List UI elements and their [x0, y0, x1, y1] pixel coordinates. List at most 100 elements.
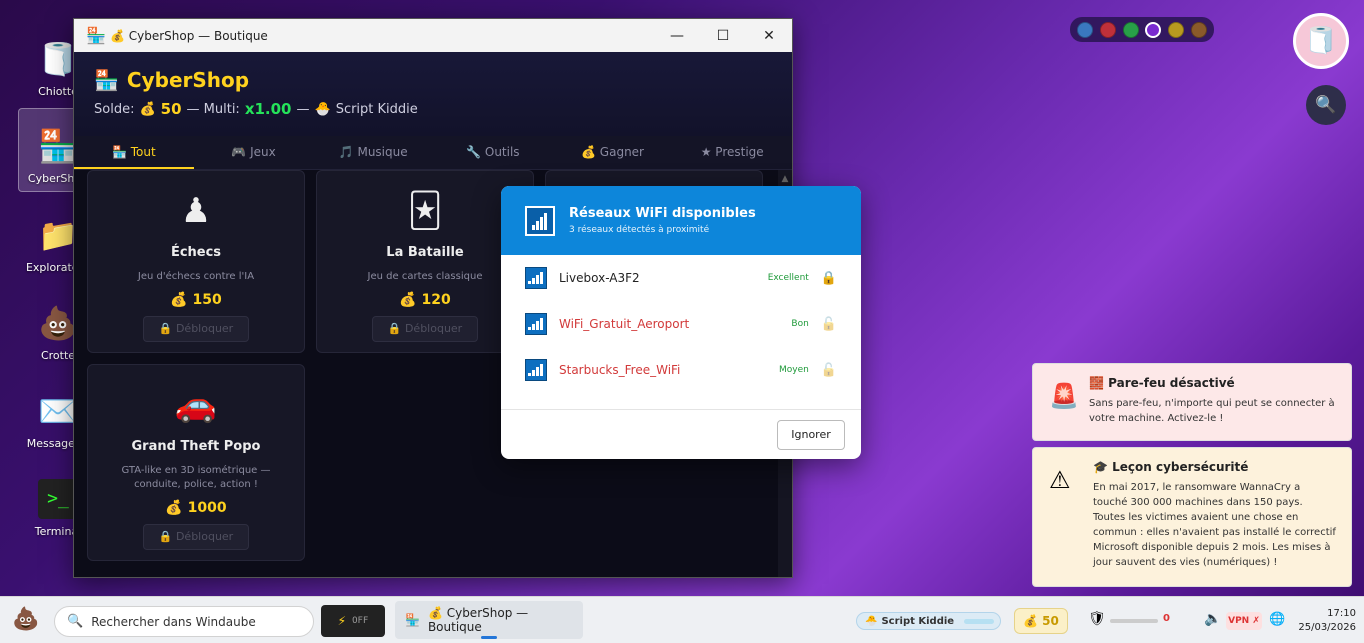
- network-name: WiFi_Gratuit_Aeroport: [559, 317, 690, 331]
- unlock-button[interactable]: 🔒 Débloquer: [143, 524, 249, 550]
- threat-bar: [1110, 619, 1158, 623]
- notification-body: En mai 2017, le ransomware WannaCry a to…: [1093, 482, 1336, 568]
- color-swatch-selected[interactable]: [1145, 21, 1162, 38]
- warning-icon: ⚠: [1049, 466, 1071, 494]
- tab-outils[interactable]: 🔧 Outils: [433, 136, 553, 169]
- color-swatch[interactable]: [1076, 21, 1093, 38]
- lock-icon: 🔒: [820, 270, 837, 286]
- toilet-paper-icon: 🧻: [1304, 26, 1338, 56]
- taskbar-search[interactable]: 🔍 Rechercher dans Windaube: [54, 606, 314, 637]
- shop-status: Solde: 💰 50 — Multi: x1.00 — 🐣 Script Ki…: [94, 100, 418, 118]
- card-name: Grand Theft Popo: [131, 439, 261, 454]
- card-desc: Jeu d'échecs contre l'IA: [137, 271, 255, 282]
- wifi-subtitle: 3 réseaux détectés à proximité: [569, 225, 710, 235]
- globe-icon[interactable]: 🌐: [1269, 612, 1285, 627]
- card-name: Échecs: [170, 245, 222, 260]
- tab-musique[interactable]: 🎵 Musique: [313, 136, 433, 169]
- rank-progress: 🐣 Script Kiddie: [856, 612, 1001, 630]
- clock[interactable]: 17:10 25/03/2026: [1286, 607, 1356, 635]
- chess-icon: ♟: [180, 191, 212, 231]
- volume-icon[interactable]: 🔈: [1204, 611, 1221, 627]
- tab-prestige[interactable]: ★ Prestige: [672, 136, 792, 169]
- color-swatch[interactable]: [1122, 21, 1139, 38]
- network-quality: Bon: [791, 319, 809, 329]
- network-name: Starbucks_Free_WiFi: [559, 363, 681, 377]
- shop-tabs: 🏪 Tout 🎮 Jeux 🎵 Musique 🔧 Outils 💰 Gagne…: [74, 136, 792, 170]
- wifi-panel: Réseaux WiFi disponibles 3 réseaux détec…: [501, 186, 861, 459]
- tab-tout[interactable]: 🏪 Tout: [74, 136, 194, 169]
- wifi-signal-icon: [525, 205, 555, 236]
- minimize-button[interactable]: —: [654, 28, 700, 44]
- window-titlebar[interactable]: 🏪 💰 CyberShop — Boutique — ☐ ✕: [74, 19, 792, 52]
- threat-count: 0: [1163, 613, 1170, 624]
- wifi-signal-icon: [525, 313, 547, 335]
- color-swatch[interactable]: [1099, 21, 1116, 38]
- lightning-icon: ⚡: [337, 613, 347, 629]
- coin-icon: 💰: [1023, 614, 1039, 628]
- folder-icon: 📁: [38, 216, 78, 254]
- card-price: 💰 150: [170, 292, 222, 308]
- taskbar-app-cybershop[interactable]: 🏪 💰 CyberShop — Boutique: [395, 601, 583, 639]
- search-icon: 🔍: [67, 614, 84, 629]
- unlocked-icon: 🔓: [820, 362, 837, 378]
- siren-icon: 🚨: [1049, 382, 1079, 410]
- wifi-header: Réseaux WiFi disponibles 3 réseaux détec…: [501, 186, 861, 255]
- wifi-signal-icon: [525, 267, 547, 289]
- mail-icon: ✉️: [38, 392, 78, 430]
- toilet-paper-icon: 🧻: [38, 40, 78, 78]
- network-quality: Excellent: [767, 273, 809, 283]
- maximize-button[interactable]: ☐: [700, 28, 746, 44]
- color-picker: [1070, 17, 1214, 42]
- unlock-button[interactable]: 🔒 Débloquer: [372, 316, 478, 342]
- wifi-title: Réseaux WiFi disponibles: [569, 206, 756, 221]
- rank-label: Script Kiddie: [335, 101, 418, 117]
- notification-title: 🎓 Leçon cybersécurité: [1093, 460, 1249, 474]
- network-quality: Moyen: [778, 365, 809, 375]
- card-desc: GTA-like en 3D isométrique — conduite, p…: [121, 465, 271, 490]
- power-toggle[interactable]: ⚡ OFF: [321, 605, 385, 637]
- color-swatch[interactable]: [1191, 21, 1208, 38]
- coin-icon: 💰: [139, 101, 156, 117]
- color-swatch[interactable]: [1168, 21, 1185, 38]
- wifi-signal-icon: [525, 359, 547, 381]
- coin-counter[interactable]: 💰 50: [1014, 608, 1068, 634]
- rank-progress-bar: [964, 618, 994, 624]
- shop-icon: 🏪: [38, 127, 78, 165]
- search-icon: 🔍: [1315, 95, 1337, 115]
- wifi-network-item[interactable]: Starbucks_Free_WiFi Moyen 🔓: [501, 347, 861, 393]
- network-name: Livebox-A3F2: [559, 271, 640, 285]
- scroll-up-icon[interactable]: ▲: [778, 174, 792, 184]
- shop-app-icon: 🏪: [86, 26, 106, 45]
- notification-title: 🧱 Pare-feu désactivé: [1089, 376, 1235, 390]
- multiplier-value: x1.00: [244, 100, 292, 118]
- shop-icon: 🏪: [94, 68, 119, 92]
- wifi-network-item[interactable]: Livebox-A3F2 Excellent 🔒: [501, 255, 861, 301]
- wifi-network-item[interactable]: WiFi_Gratuit_Aeroport Bon 🔓: [501, 301, 861, 347]
- notification-body: Sans pare-feu, n'importe qui peut se con…: [1089, 398, 1335, 424]
- rank-icon: 🐣: [314, 101, 331, 117]
- toilet-paper-button[interactable]: 🧻: [1293, 13, 1349, 69]
- ignore-button[interactable]: Ignorer: [777, 420, 845, 450]
- search-placeholder: Rechercher dans Windaube: [91, 614, 256, 629]
- shield-icon[interactable]: 🛡: [1088, 611, 1106, 627]
- police-car-icon: 🚗: [174, 385, 218, 425]
- tab-jeux[interactable]: 🎮 Jeux: [194, 136, 314, 169]
- shop-card-echecs: ♟ Échecs Jeu d'échecs contre l'IA 💰 150 …: [87, 170, 305, 353]
- shop-icon: 🏪: [405, 613, 420, 627]
- unlocked-icon: 🔓: [820, 316, 837, 332]
- tab-gagner[interactable]: 💰 Gagner: [553, 136, 673, 169]
- start-button[interactable]: 💩: [12, 607, 39, 632]
- vpn-status[interactable]: VPN ✗: [1226, 612, 1262, 630]
- taskbar: 💩 🔍 Rechercher dans Windaube ⚡ OFF 🏪 💰 C…: [0, 596, 1364, 643]
- close-button[interactable]: ✕: [746, 28, 792, 44]
- notification-lesson[interactable]: ⚠ 🎓 Leçon cybersécurité En mai 2017, le …: [1032, 447, 1352, 587]
- terminal-icon: >_: [38, 479, 78, 519]
- notification-firewall[interactable]: 🚨 🧱 Pare-feu désactivé Sans pare-feu, n'…: [1032, 363, 1352, 441]
- window-title: 💰 CyberShop — Boutique: [110, 28, 268, 43]
- unlock-button[interactable]: 🔒 Débloquer: [143, 316, 249, 342]
- search-button[interactable]: 🔍: [1306, 85, 1346, 125]
- chick-icon: 🐣: [865, 615, 878, 627]
- card-price: 💰 1000: [165, 500, 227, 516]
- shop-card-gtp: 🚗 Grand Theft Popo GTA-like en 3D isomét…: [87, 364, 305, 561]
- browser-icon: 💩: [38, 304, 78, 342]
